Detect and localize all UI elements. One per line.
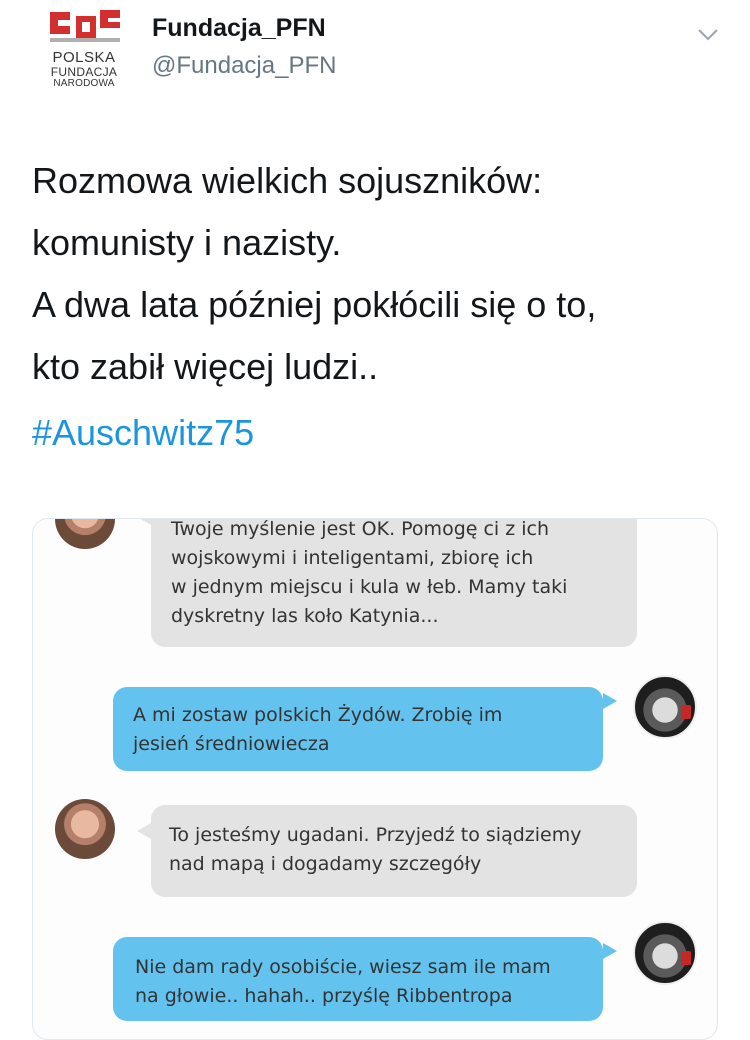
logo-line-1: POLSKA	[52, 49, 116, 66]
tweet-text-line: kto zabił więcej ludzi..	[32, 346, 379, 387]
chat-message-line: Nie dam rady osobiście, wiesz sam ile ma…	[135, 956, 551, 978]
tweet-text-line: Rozmowa wielkich sojuszników:	[32, 160, 543, 201]
avatar-left	[55, 799, 115, 859]
avatar-right	[633, 921, 697, 985]
tweet-text: Rozmowa wielkich sojuszników: komunisty …	[32, 150, 722, 398]
chat-message-line: To jesteśmy ugadani. Przyjedź to siądzie…	[169, 824, 582, 846]
chat-message: A mi zostaw polskich Żydów. Zrobię im je…	[113, 687, 617, 771]
chat-message: To jesteśmy ugadani. Przyjedź to siądzie…	[137, 805, 637, 897]
avatar-left	[55, 519, 115, 549]
user-handle[interactable]: @Fundacja_PFN	[152, 52, 336, 80]
chat-message-line: w jednym miejscu i kula w łeb. Mamy taki	[171, 576, 568, 598]
chat-message: Nie dam rady osobiście, wiesz sam ile ma…	[113, 937, 617, 1021]
chat-message-line: dyskretny las koło Katynia...	[171, 605, 439, 627]
hashtag-link[interactable]: #Auschwitz75	[32, 412, 254, 454]
tweet-header: POLSKA FUNDACJA NARODOWA Fundacja_PFN @F…	[0, 0, 750, 110]
chat-message-line: Twoje myślenie jest OK. Pomogę ci z ich	[171, 518, 550, 540]
logo-flag-mark	[50, 10, 120, 42]
chat-message: Twoje myślenie jest OK. Pomogę ci z ich …	[137, 518, 637, 647]
logo-line-3: NARODOWA	[53, 78, 115, 89]
chat-message-line: jesień średniowiecza	[133, 733, 330, 755]
chat-message-line: nad mapą i dogadamy szczegóły	[169, 853, 482, 875]
tweet-text-line: komunisty i nazisty.	[32, 222, 342, 263]
chat-message-line: wojskowymi i inteligentami, zbiorę ich	[171, 547, 534, 569]
logo-line-2: FUNDACJA	[50, 65, 118, 79]
tweet-text-line: A dwa lata później pokłócili się o to,	[32, 284, 597, 325]
chat-message-line: na głowie.. hahah.. przyślę Ribbentropa	[135, 985, 513, 1007]
display-name[interactable]: Fundacja_PFN	[152, 14, 326, 43]
foundation-logo[interactable]: POLSKA FUNDACJA NARODOWA	[40, 8, 128, 90]
logo-text: POLSKA FUNDACJA NARODOWA	[40, 50, 128, 89]
tweet-image[interactable]: Twoje myślenie jest OK. Pomogę ci z ich …	[32, 518, 718, 1040]
avatar-right	[633, 675, 697, 739]
chevron-down-icon[interactable]	[696, 22, 720, 46]
chat-message-line: A mi zostaw polskich Żydów. Zrobię im	[133, 704, 503, 726]
